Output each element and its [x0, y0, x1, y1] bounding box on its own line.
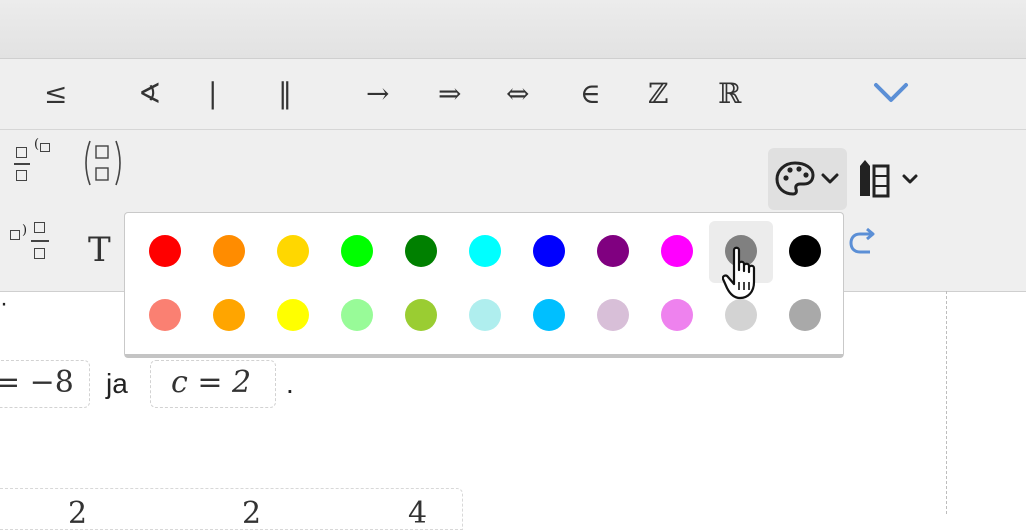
- color-swatch[interactable]: [341, 299, 373, 331]
- redo-icon[interactable]: [846, 226, 880, 260]
- title-bar: [0, 0, 1026, 59]
- math-box-b[interactable]: = −8: [0, 360, 90, 408]
- math-box-c-text: c = 2: [171, 365, 252, 400]
- math-box-c[interactable]: c = 2: [150, 360, 276, 408]
- conjunction-text: ja: [106, 368, 128, 399]
- color-swatch[interactable]: [661, 235, 693, 267]
- symbol-parallel-button[interactable]: ‖: [278, 76, 292, 112]
- symbol-element-of-button[interactable]: ∈: [580, 76, 601, 112]
- math-box-b-text: = −8: [0, 365, 74, 400]
- color-swatch[interactable]: [149, 299, 181, 331]
- color-swatch[interactable]: [277, 235, 309, 267]
- color-swatch[interactable]: [213, 235, 245, 267]
- color-palette-button[interactable]: [768, 148, 847, 210]
- text-mode-button[interactable]: T: [88, 230, 111, 270]
- fraction-power-icon[interactable]: (: [14, 137, 54, 187]
- color-swatch[interactable]: [277, 299, 309, 331]
- symbol-reals-button[interactable]: ℝ: [718, 76, 741, 112]
- symbol-less-equal-button[interactable]: ≤: [44, 76, 67, 112]
- symbol-integers-button[interactable]: ℤ: [648, 76, 668, 112]
- color-swatch[interactable]: [789, 235, 821, 267]
- color-swatch[interactable]: [533, 235, 565, 267]
- matrix-icon[interactable]: [82, 138, 124, 188]
- color-swatch[interactable]: [213, 299, 245, 331]
- column-layout-button[interactable]: [857, 158, 923, 202]
- color-swatch[interactable]: [533, 299, 565, 331]
- color-swatch[interactable]: [597, 235, 629, 267]
- symbol-angle-button[interactable]: ∢: [138, 76, 161, 112]
- color-swatch[interactable]: [725, 299, 757, 331]
- symbol-right-arrow-button[interactable]: →: [366, 76, 389, 112]
- color-swatch[interactable]: [597, 299, 629, 331]
- mixed-fraction-icon[interactable]: ): [10, 218, 54, 268]
- color-swatch[interactable]: [341, 235, 373, 267]
- chevron-down-icon[interactable]: [873, 80, 909, 106]
- color-swatch[interactable]: [661, 299, 693, 331]
- content-area-border: [946, 291, 947, 514]
- color-swatch[interactable]: [469, 299, 501, 331]
- period-text: .: [286, 368, 294, 399]
- symbol-iff-button[interactable]: ⇔: [506, 76, 529, 112]
- bullet-dot: ·: [0, 290, 8, 317]
- symbol-divides-button[interactable]: |: [208, 76, 217, 112]
- symbol-implies-button[interactable]: ⇒: [438, 76, 461, 112]
- color-swatch[interactable]: [149, 235, 181, 267]
- color-swatch[interactable]: [469, 235, 501, 267]
- color-swatch[interactable]: [405, 299, 437, 331]
- color-swatch[interactable]: [789, 299, 821, 331]
- color-swatch[interactable]: [725, 235, 757, 267]
- color-swatch[interactable]: [405, 235, 437, 267]
